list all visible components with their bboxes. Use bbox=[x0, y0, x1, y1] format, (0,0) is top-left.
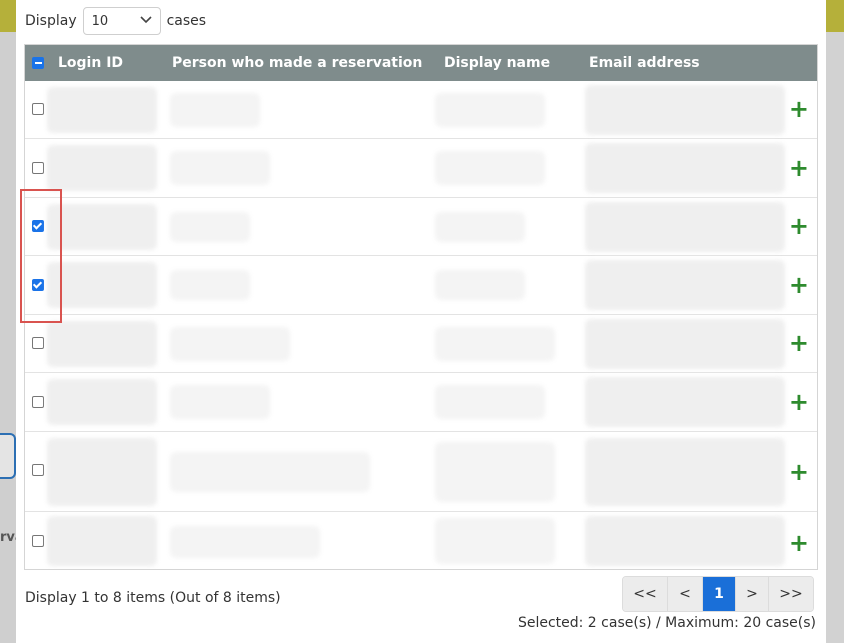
redacted-email bbox=[585, 260, 785, 310]
length-suffix-label: cases bbox=[166, 13, 207, 29]
redacted-reserver bbox=[170, 212, 250, 242]
table-row: + bbox=[25, 139, 817, 198]
page-length-select[interactable]: 10 bbox=[82, 7, 161, 35]
chevron-down-icon bbox=[140, 15, 152, 27]
redacted-login-id bbox=[47, 379, 157, 425]
user-select-modal: Display 10 cases Login ID Person who mad… bbox=[16, 0, 826, 643]
length-prefix-label: Display bbox=[25, 13, 77, 29]
redacted-login-id bbox=[47, 262, 157, 308]
first-page-button[interactable]: << bbox=[623, 577, 668, 611]
table-header: Login ID Person who made a reservation D… bbox=[25, 45, 817, 81]
next-page-button[interactable]: > bbox=[736, 577, 769, 611]
table-row: + bbox=[25, 432, 817, 512]
redacted-display-name bbox=[435, 518, 555, 564]
redacted-login-id bbox=[47, 87, 157, 133]
redacted-reserver bbox=[170, 452, 370, 492]
table-row: + bbox=[25, 315, 817, 373]
redacted-email bbox=[585, 85, 785, 135]
redacted-email bbox=[585, 143, 785, 193]
redacted-reserver bbox=[170, 151, 270, 185]
redacted-reserver bbox=[170, 93, 260, 127]
col-login-id[interactable]: Login ID bbox=[58, 45, 123, 81]
redacted-display-name bbox=[435, 442, 555, 502]
redacted-email bbox=[585, 319, 785, 369]
add-icon[interactable]: + bbox=[789, 273, 809, 297]
row-checkbox[interactable] bbox=[32, 535, 44, 547]
redacted-login-id bbox=[47, 321, 157, 367]
redacted-display-name bbox=[435, 327, 555, 361]
redacted-reserver bbox=[170, 270, 250, 300]
last-page-button[interactable]: >> bbox=[769, 577, 813, 611]
selection-count: Selected: 2 case(s) / Maximum: 20 case(s… bbox=[517, 615, 816, 631]
backdrop-left: rva bbox=[0, 0, 24, 643]
redacted-email bbox=[585, 516, 785, 566]
redacted-display-name bbox=[435, 212, 525, 242]
backdrop-right bbox=[826, 0, 844, 643]
row-checkbox[interactable] bbox=[32, 464, 44, 476]
backdrop-button-fragment bbox=[0, 433, 16, 479]
backdrop-header-bar-right bbox=[826, 0, 844, 32]
redacted-email bbox=[585, 438, 785, 506]
redacted-login-id bbox=[47, 438, 157, 506]
add-icon[interactable]: + bbox=[789, 331, 809, 355]
users-table: Login ID Person who made a reservation D… bbox=[24, 44, 818, 570]
pagination: << < 1 > >> bbox=[622, 576, 814, 612]
redacted-reserver bbox=[170, 327, 290, 361]
prev-page-button[interactable]: < bbox=[668, 577, 703, 611]
col-display-name[interactable]: Display name bbox=[444, 45, 550, 81]
add-icon[interactable]: + bbox=[789, 390, 809, 414]
redacted-email bbox=[585, 202, 785, 252]
page-1-button[interactable]: 1 bbox=[703, 577, 736, 611]
table-row: + bbox=[25, 256, 817, 315]
redacted-login-id bbox=[47, 204, 157, 250]
redacted-reserver bbox=[170, 385, 270, 419]
annotation-highlight-box bbox=[20, 189, 62, 323]
row-checkbox[interactable] bbox=[32, 337, 44, 349]
table-body: + + + + + + + + bbox=[25, 81, 817, 569]
row-checkbox[interactable] bbox=[32, 162, 44, 174]
col-reserver[interactable]: Person who made a reservation bbox=[172, 45, 422, 81]
table-row: + bbox=[25, 512, 817, 569]
table-row: + bbox=[25, 373, 817, 432]
table-row: + bbox=[25, 81, 817, 139]
redacted-display-name bbox=[435, 385, 545, 419]
redacted-login-id bbox=[47, 145, 157, 191]
add-icon[interactable]: + bbox=[789, 156, 809, 180]
redacted-reserver bbox=[170, 526, 320, 558]
col-email[interactable]: Email address bbox=[589, 45, 700, 81]
add-icon[interactable]: + bbox=[789, 97, 809, 121]
page-length-value: 10 bbox=[91, 13, 109, 29]
add-icon[interactable]: + bbox=[789, 531, 809, 555]
add-icon[interactable]: + bbox=[789, 460, 809, 484]
row-checkbox[interactable] bbox=[32, 103, 44, 115]
add-icon[interactable]: + bbox=[789, 214, 809, 238]
length-control: Display 10 cases bbox=[25, 7, 206, 35]
select-all-checkbox[interactable] bbox=[25, 57, 51, 69]
redacted-display-name bbox=[435, 151, 545, 185]
row-checkbox[interactable] bbox=[32, 396, 44, 408]
redacted-email bbox=[585, 377, 785, 427]
table-row: + bbox=[25, 198, 817, 256]
redacted-display-name bbox=[435, 93, 545, 127]
redacted-login-id bbox=[47, 516, 157, 566]
backdrop-header-bar bbox=[0, 0, 16, 32]
table-info: Display 1 to 8 items (Out of 8 items) bbox=[25, 590, 281, 606]
redacted-display-name bbox=[435, 270, 525, 300]
indeterminate-icon bbox=[32, 57, 44, 69]
